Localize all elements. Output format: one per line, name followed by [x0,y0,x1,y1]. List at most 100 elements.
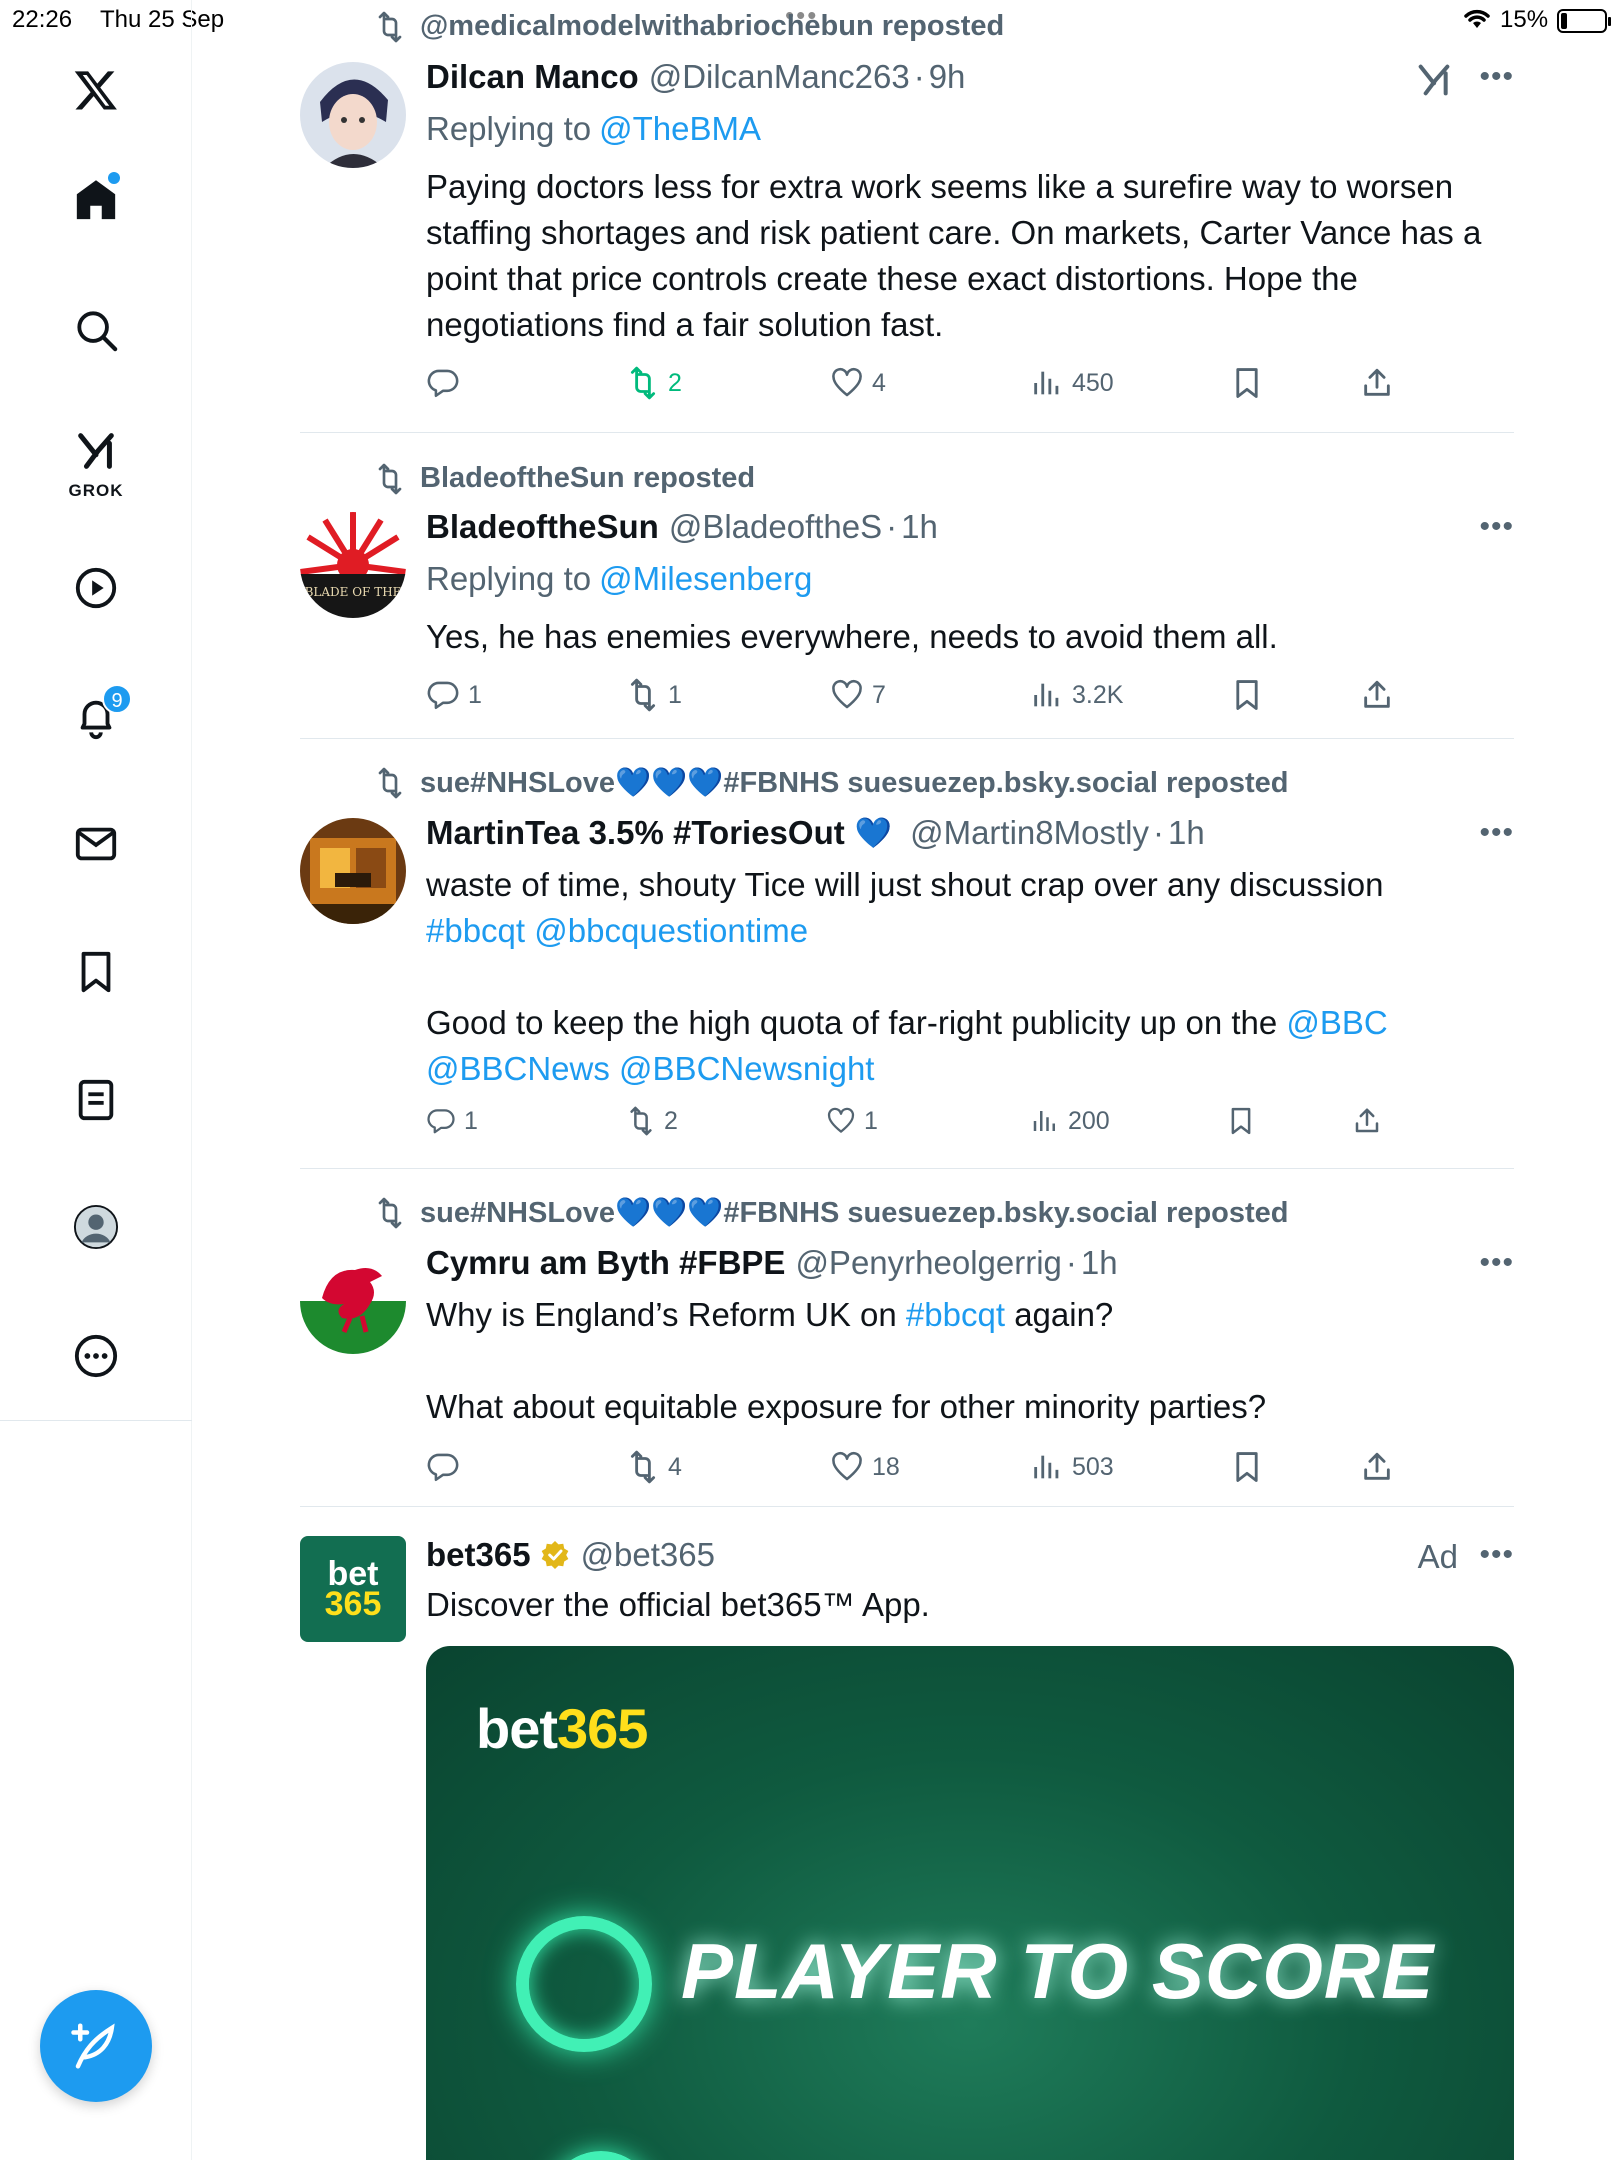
mention-link[interactable]: @BBCNews [426,1050,610,1087]
post-divider [300,738,1514,739]
repost-by-label[interactable]: sue#NHSLove💙💙💙#FBNHS suesuezep.bsky.soci… [420,1196,1289,1230]
share-icon [1364,680,1390,708]
ad-label: Ad [1417,1538,1458,1575]
share-icon [1364,1452,1390,1480]
mention-link[interactable]: @BBCNewsnight [619,1050,874,1087]
like-button[interactable]: 1 [826,1106,878,1136]
like-count: 18 [872,1452,900,1481]
repost-button[interactable]: 2 [626,366,682,400]
bookmarks-icon[interactable] [56,932,136,1012]
post-text: Paying doctors less for extra work seems… [426,168,1482,343]
compose-post-button[interactable] [40,1990,152,2102]
avatar[interactable] [300,818,406,924]
post-time[interactable]: 1h [1081,1244,1118,1282]
like-button[interactable]: 4 [830,366,886,400]
post-more-icon[interactable]: ••• [1479,816,1514,850]
views-chart-icon [1034,371,1059,395]
author-name[interactable]: bet365 [426,1536,531,1574]
bookmark-icon [1231,1107,1251,1135]
views-count: 200 [1068,1106,1110,1135]
post-divider [300,1168,1514,1169]
grok-icon[interactable]: GROK [56,415,136,505]
search-icon[interactable] [56,290,136,370]
ad-media-banner[interactable]: bet365 PLAYER TO SCORE [426,1646,1514,2160]
bookmark-button[interactable] [1230,678,1272,712]
reply-icon [427,681,459,710]
share-button[interactable] [1360,678,1402,712]
profile-avatar-icon[interactable] [56,1187,136,1267]
post-more-icon[interactable]: ••• [1479,510,1514,544]
hashtag-link[interactable]: #bbcqt [906,1296,1005,1333]
post-more-icon[interactable]: ••• [1479,1246,1514,1280]
ad-glow-ring-icon [546,2151,656,2160]
author-name[interactable]: MartinTea 3.5% #ToriesOut [426,814,845,852]
share-button[interactable] [1360,1450,1402,1484]
views-button[interactable]: 450 [1030,366,1114,400]
bookmark-button[interactable] [1230,366,1272,400]
more-options-icon[interactable] [56,1316,136,1396]
x-logo-icon[interactable] [56,50,136,130]
reply-button[interactable]: 1 [426,1106,478,1136]
mention-link[interactable]: @bbcquestiontime [534,912,808,949]
views-button[interactable]: 3.2K [1030,678,1123,712]
repost-by-label[interactable]: sue#NHSLove💙💙💙#FBNHS suesuezep.bsky.soci… [420,766,1289,800]
post-text-line: waste of time, shouty Tice will just sho… [426,866,1384,903]
bookmark-button[interactable] [1226,1106,1264,1136]
lists-icon[interactable] [56,1060,136,1140]
replying-to-mention[interactable]: @Milesenberg [599,560,812,597]
reply-button[interactable] [426,366,468,400]
author-handle[interactable]: @bet365 [581,1536,715,1574]
views-chart-icon [1034,683,1059,707]
views-button[interactable]: 200 [1030,1106,1110,1136]
like-button[interactable]: 18 [830,1450,900,1484]
author-name[interactable]: Dilcan Manco [426,58,639,96]
repost-by-label[interactable]: BladeoftheSun reposted [420,462,755,495]
post-time[interactable]: 1h [901,508,938,546]
like-button[interactable]: 7 [830,678,886,712]
author-handle[interactable]: @Martin8Mostly [910,814,1149,852]
repost-by-label[interactable]: @medicalmodelwithabriochebun reposted [420,10,1004,43]
reply-button[interactable]: 1 [426,678,482,712]
ad-avatar-logo[interactable]: bet 365 [300,1536,406,1642]
repost-icon [378,11,402,42]
share-button[interactable] [1352,1106,1390,1136]
post-time[interactable]: 9h [929,58,966,96]
author-handle[interactable]: @BladeoftheS [669,508,882,546]
repost-button[interactable]: 4 [626,1450,682,1484]
repost-indicator: sue#NHSLove💙💙💙#FBNHS suesuezep.bsky.soci… [374,766,1289,800]
replying-to-mention[interactable]: @TheBMA [599,110,761,147]
avatar[interactable] [300,62,406,168]
post-text-line: Good to keep the high quota of far-right… [426,1004,1278,1041]
grok-icon[interactable] [1414,60,1454,100]
post-more-icon[interactable]: ••• [1479,60,1514,94]
post-text-line: Why is England’s Reform UK on [426,1296,897,1333]
post-time[interactable]: 1h [1168,814,1205,852]
repost-button[interactable]: 2 [626,1106,678,1136]
ad-headline: PLAYER TO SCORE [681,1927,1435,2015]
video-icon[interactable] [56,548,136,628]
replying-to-label: Replying to [426,560,592,597]
ad-glow-ring-icon [516,1916,652,2052]
avatar[interactable] [300,1248,406,1354]
post-header: Dilcan Manco @DilcanManc263 · 9h [426,58,966,96]
post-more-icon[interactable]: ••• [1479,1538,1514,1572]
like-count: 4 [872,368,886,397]
hashtag-link[interactable]: #bbcqt [426,912,525,949]
post-actions: 4 18 503 [426,1450,1426,1490]
compose-feather-icon [71,2023,115,2069]
home-icon[interactable] [56,160,136,240]
author-name[interactable]: BladeoftheSun [426,508,659,546]
messages-envelope-icon[interactable] [56,804,136,884]
share-button[interactable] [1360,366,1402,400]
reply-button[interactable] [426,1450,468,1484]
author-handle[interactable]: @Penyrheolgerrig [795,1244,1061,1282]
author-handle[interactable]: @DilcanManc263 [649,58,910,96]
mention-link[interactable]: @BBC [1286,1004,1387,1041]
reply-icon [427,1453,459,1482]
bookmark-button[interactable] [1230,1450,1272,1484]
author-name[interactable]: Cymru am Byth #FBPE [426,1244,785,1282]
repost-button[interactable]: 1 [626,678,682,712]
notifications-bell-icon[interactable]: 9 [56,678,136,758]
views-button[interactable]: 503 [1030,1450,1114,1484]
avatar[interactable]: BLADE OF THE [300,512,406,618]
